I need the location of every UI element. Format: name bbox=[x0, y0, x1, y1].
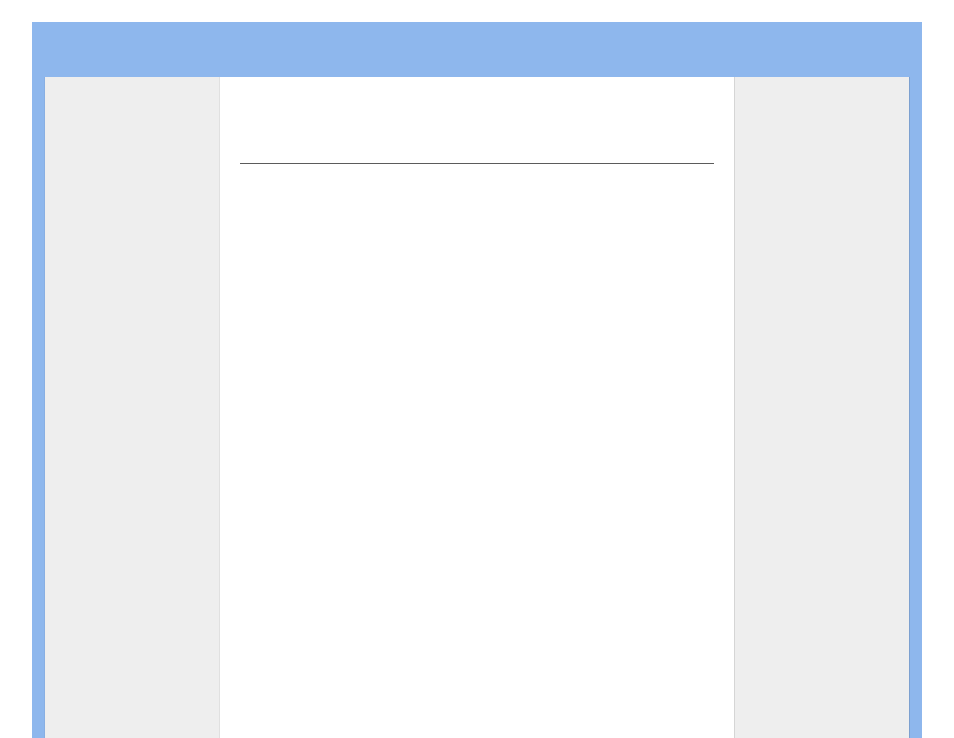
horizontal-rule bbox=[240, 163, 714, 164]
outer-frame bbox=[32, 22, 922, 738]
document-page[interactable] bbox=[220, 77, 734, 738]
document-body[interactable] bbox=[240, 177, 714, 738]
background-panel bbox=[45, 77, 909, 738]
app-canvas bbox=[0, 0, 954, 738]
